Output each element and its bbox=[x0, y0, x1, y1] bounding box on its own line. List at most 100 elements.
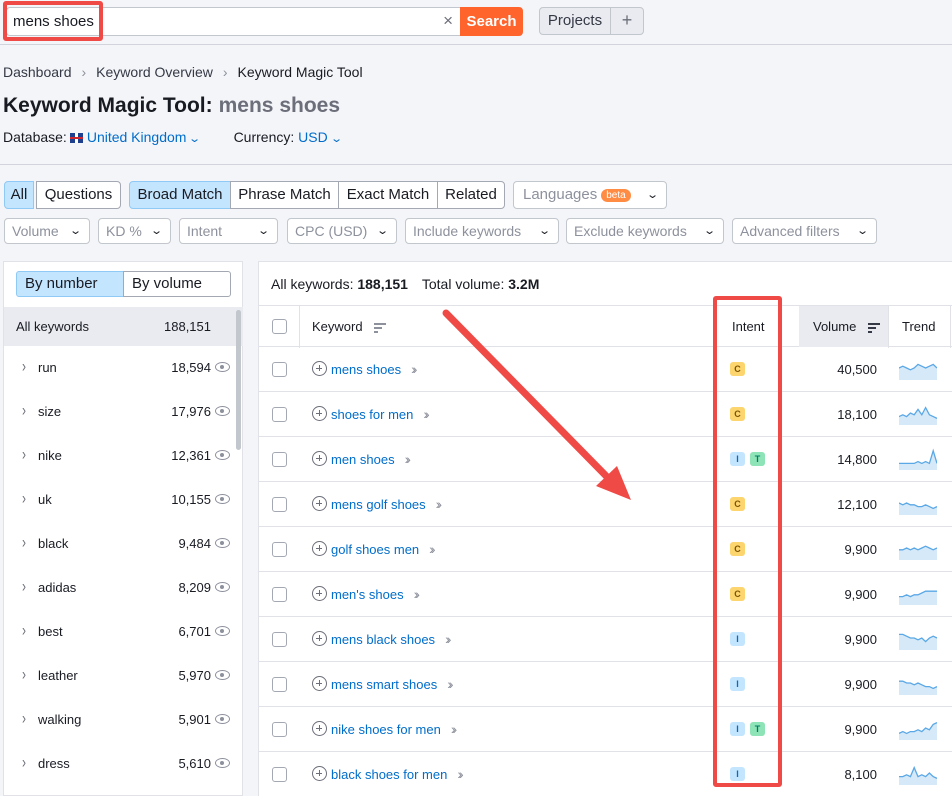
keyword-link[interactable]: mens golf shoes ›› bbox=[331, 496, 443, 512]
eye-icon[interactable] bbox=[215, 450, 230, 460]
tab-all[interactable]: All bbox=[4, 181, 34, 209]
scrollbar[interactable] bbox=[236, 310, 241, 450]
add-to-list-icon[interactable] bbox=[312, 496, 327, 511]
keyword-link[interactable]: golf shoes men ›› bbox=[331, 541, 436, 557]
keyword-link[interactable]: mens shoes ›› bbox=[331, 361, 418, 377]
add-to-list-icon[interactable] bbox=[312, 406, 327, 421]
eye-icon[interactable] bbox=[215, 362, 230, 372]
eye-icon[interactable] bbox=[215, 626, 230, 636]
row-checkbox[interactable] bbox=[272, 767, 287, 782]
languages-dropdown[interactable]: Languages beta ⌄ bbox=[513, 181, 667, 209]
chevron-right-icon[interactable]: › bbox=[22, 752, 26, 772]
double-chevron-icon[interactable]: ›› bbox=[414, 586, 421, 602]
double-chevron-icon[interactable]: ›› bbox=[445, 631, 452, 647]
keyword-link[interactable]: nike shoes for men ›› bbox=[331, 721, 458, 737]
keyword-link[interactable]: shoes for men ›› bbox=[331, 406, 430, 422]
filter-volume[interactable]: Volume ⌄ bbox=[4, 218, 90, 244]
search-button[interactable]: Search bbox=[460, 7, 523, 36]
add-to-list-icon[interactable] bbox=[312, 721, 327, 736]
chevron-right-icon[interactable]: › bbox=[22, 444, 26, 464]
row-checkbox[interactable] bbox=[272, 407, 287, 422]
eye-icon[interactable] bbox=[215, 714, 230, 724]
chevron-right-icon[interactable]: › bbox=[22, 400, 26, 420]
chevron-right-icon[interactable]: › bbox=[22, 576, 26, 596]
keyword-group-item[interactable]: › best 6,701 bbox=[4, 610, 236, 654]
tab-related[interactable]: Related bbox=[437, 181, 505, 209]
eye-icon[interactable] bbox=[215, 758, 230, 768]
add-to-list-icon[interactable] bbox=[312, 631, 327, 646]
keyword-group-item[interactable]: › black 9,484 bbox=[4, 522, 236, 566]
clear-icon[interactable]: × bbox=[443, 11, 453, 31]
double-chevron-icon[interactable]: ›› bbox=[436, 496, 443, 512]
row-checkbox[interactable] bbox=[272, 452, 287, 467]
chevron-right-icon[interactable]: › bbox=[22, 488, 26, 508]
keyword-text: mens golf shoes bbox=[331, 497, 426, 512]
row-checkbox[interactable] bbox=[272, 587, 287, 602]
double-chevron-icon[interactable]: ›› bbox=[429, 541, 436, 557]
add-to-list-icon[interactable] bbox=[312, 361, 327, 376]
eye-icon[interactable] bbox=[215, 494, 230, 504]
filter-advanced[interactable]: Advanced filters ⌄ bbox=[732, 218, 877, 244]
keyword-link[interactable]: mens smart shoes ›› bbox=[331, 676, 454, 692]
row-checkbox[interactable] bbox=[272, 677, 287, 692]
filter-cpc[interactable]: CPC (USD) ⌄ bbox=[287, 218, 397, 244]
eye-icon[interactable] bbox=[215, 582, 230, 592]
breadcrumb-dashboard[interactable]: Dashboard bbox=[3, 64, 72, 80]
add-to-list-icon[interactable] bbox=[312, 541, 327, 556]
filter-intent[interactable]: Intent ⌄ bbox=[179, 218, 278, 244]
row-checkbox[interactable] bbox=[272, 497, 287, 512]
chevron-right-icon[interactable]: › bbox=[22, 356, 26, 376]
row-checkbox[interactable] bbox=[272, 722, 287, 737]
add-project-button[interactable]: + bbox=[610, 7, 644, 35]
currency-select[interactable]: USD ⌄ bbox=[298, 129, 343, 145]
by-number-toggle[interactable]: By number bbox=[16, 271, 124, 297]
keyword-link[interactable]: black shoes for men ›› bbox=[331, 766, 464, 782]
double-chevron-icon[interactable]: ›› bbox=[457, 766, 464, 782]
double-chevron-icon[interactable]: ›› bbox=[447, 676, 454, 692]
keyword-group-item[interactable]: › uk 10,155 bbox=[4, 478, 236, 522]
tab-phrase-match[interactable]: Phrase Match bbox=[230, 181, 339, 209]
row-checkbox[interactable] bbox=[272, 542, 287, 557]
keyword-group-item[interactable]: › size 17,976 bbox=[4, 390, 236, 434]
projects-button[interactable]: Projects bbox=[539, 7, 611, 35]
keyword-column-header[interactable]: Keyword bbox=[312, 306, 387, 347]
row-checkbox[interactable] bbox=[272, 632, 287, 647]
keyword-group-item[interactable]: › adidas 8,209 bbox=[4, 566, 236, 610]
tab-broad-match[interactable]: Broad Match bbox=[129, 181, 231, 209]
breadcrumb-keyword-overview[interactable]: Keyword Overview bbox=[96, 64, 213, 80]
add-to-list-icon[interactable] bbox=[312, 676, 327, 691]
double-chevron-icon[interactable]: ›› bbox=[405, 451, 412, 467]
filter-include-keywords[interactable]: Include keywords ⌄ bbox=[405, 218, 559, 244]
add-to-list-icon[interactable] bbox=[312, 451, 327, 466]
keyword-group-item[interactable]: › run 18,594 bbox=[4, 346, 236, 390]
keyword-link[interactable]: men shoes ›› bbox=[331, 451, 412, 467]
row-checkbox[interactable] bbox=[272, 362, 287, 377]
double-chevron-icon[interactable]: ›› bbox=[451, 721, 458, 737]
filter-kd[interactable]: KD % ⌄ bbox=[98, 218, 171, 244]
keyword-group-item[interactable]: › nike 12,361 bbox=[4, 434, 236, 478]
tab-exact-match[interactable]: Exact Match bbox=[338, 181, 438, 209]
tab-questions[interactable]: Questions bbox=[36, 181, 121, 209]
all-keywords-group[interactable]: All keywords 188,151 bbox=[4, 307, 243, 346]
keyword-link[interactable]: mens black shoes ›› bbox=[331, 631, 452, 647]
add-to-list-icon[interactable] bbox=[312, 586, 327, 601]
double-chevron-icon[interactable]: ›› bbox=[423, 406, 430, 422]
chevron-right-icon[interactable]: › bbox=[22, 664, 26, 684]
database-select[interactable]: United Kingdom ⌄ bbox=[87, 129, 202, 145]
keyword-group-item[interactable]: › leather 5,970 bbox=[4, 654, 236, 698]
eye-icon[interactable] bbox=[215, 406, 230, 416]
by-volume-toggle[interactable]: By volume bbox=[123, 271, 231, 297]
chevron-right-icon[interactable]: › bbox=[22, 532, 26, 552]
double-chevron-icon[interactable]: ›› bbox=[411, 361, 418, 377]
add-to-list-icon[interactable] bbox=[312, 766, 327, 781]
chevron-right-icon[interactable]: › bbox=[22, 708, 26, 728]
eye-icon[interactable] bbox=[215, 538, 230, 548]
keyword-group-item[interactable]: › walking 5,901 bbox=[4, 698, 236, 742]
keyword-group-item[interactable]: › dress 5,610 bbox=[4, 742, 236, 786]
chevron-right-icon[interactable]: › bbox=[22, 620, 26, 640]
select-all-checkbox[interactable] bbox=[272, 319, 287, 334]
keyword-link[interactable]: men's shoes ›› bbox=[331, 586, 421, 602]
filter-exclude-keywords[interactable]: Exclude keywords ⌄ bbox=[566, 218, 724, 244]
volume-column-header[interactable]: Volume bbox=[799, 306, 888, 347]
eye-icon[interactable] bbox=[215, 670, 230, 680]
